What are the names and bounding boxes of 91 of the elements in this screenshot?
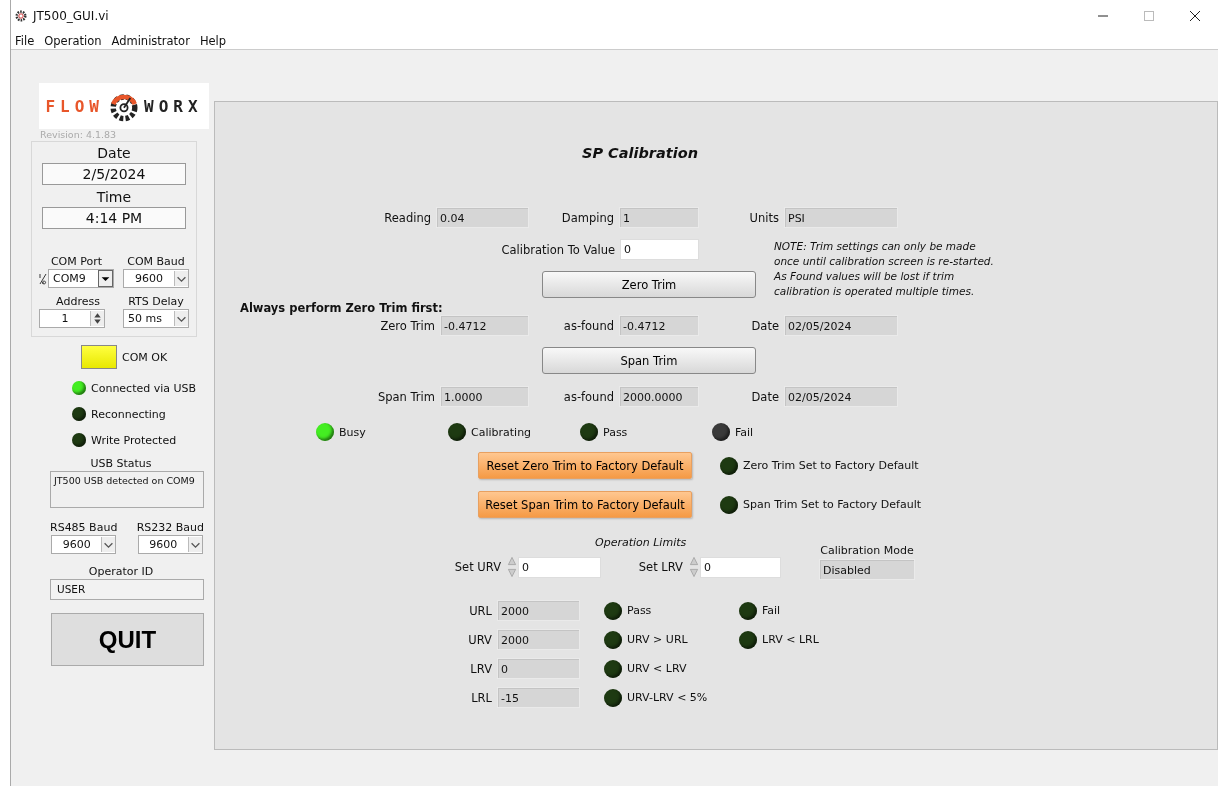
operator-id-field: USER [50,579,204,600]
quit-button[interactable]: QUIT [51,613,204,666]
limit-label: LRL [470,690,493,705]
status-label: URV > URL [627,633,688,646]
limit-label: URV [467,632,493,647]
status-label: LRV < LRL [762,633,819,646]
rs232-baud-dropdown[interactable]: 9600 [137,535,203,554]
reading-label: Reading [383,210,432,225]
usb-status-field: JT500 USB detected on COM9 [50,471,204,508]
com-ok-label: COM OK [122,350,168,364]
as-found-label: as-found [562,389,615,404]
damping-label: Damping [560,210,615,225]
damping-field: 1 [619,207,699,228]
usb-status-label: USB Status [89,456,153,471]
span-trim-field: 1.0000 [440,386,529,407]
close-icon[interactable] [1190,11,1200,21]
calibration-mode-label: Calibration Mode [820,544,914,557]
as-found-field: 2000.0000 [619,386,699,407]
calibration-value-label: Calibration To Value [500,242,616,257]
reset-button[interactable]: Reset Span Trim to Factory Default [478,491,692,518]
panel-title: SP Calibration [582,145,698,161]
status-label: Zero Trim Set to Factory Default [743,459,919,472]
rts-delay-label: RTS Delay [128,294,184,309]
spinner-icon[interactable] [90,311,104,326]
date-field: 2/5/2024 [42,163,186,185]
rs232-baud-label: RS232 Baud [136,520,204,535]
revision-label: Revision: 4.1.83 [40,129,117,141]
date-label: Date [750,318,780,333]
address-label: Address [56,294,100,309]
date-field: 02/05/2024 [784,386,898,407]
menu-item[interactable]: File [11,33,39,48]
note-text: NOTE: Trim settings can only be made once until calibration screen is re-started. As Found values will be lost if trim calibration is operated multiple times. [774,239,994,299]
rs485-baud-label: RS485 Baud [50,520,118,535]
status-label: Span Trim Set to Factory Default [743,498,922,511]
reset-button[interactable]: Reset Zero Trim to Factory Default [478,452,692,479]
caret-icon[interactable] [98,270,113,287]
com-baud-label: COM Baud [127,254,185,269]
set-urv-field[interactable]: 0 [518,556,601,578]
limit-label: URL [468,603,493,618]
status-label: Calibrating [471,425,532,439]
io-icon [39,272,47,285]
logo: FLOW WORX [39,83,209,129]
menu-item[interactable]: Help [195,33,231,48]
status-label: Write Protected [91,433,177,447]
time-field: 4:14 PM [42,207,186,229]
limit-field: 2000 [497,629,580,650]
set-lrv-label: Set LRV [637,560,684,574]
units-label: Units [748,210,780,225]
limit-field: 2000 [497,600,580,621]
status-label: Fail [735,425,754,439]
zero-trim-label: Zero Trim [379,318,436,333]
warning-text: Always perform Zero Trim first: [240,301,443,315]
gear-icon [15,10,27,22]
status-label: Pass [627,604,652,617]
status-label: Reconnecting [91,407,166,421]
calibration-value-field[interactable]: 0 [620,239,699,260]
operation-limits-title: Operation Limits [595,536,688,549]
as-found-label: as-found [562,318,615,333]
calibration-mode-field: Disabled [819,559,915,580]
status-label: Pass [603,425,628,439]
as-found-field: -0.4712 [619,315,699,336]
time-label: Time [96,188,132,207]
com-baud-dropdown[interactable]: 9600 [123,269,189,288]
set-lrv-field[interactable]: 0 [700,556,781,578]
limit-field: -15 [497,687,580,708]
status-label: URV < LRV [627,662,687,675]
units-field: PSI [784,207,898,228]
set-urv-label: Set URV [453,560,502,574]
menu-item[interactable]: Administrator [107,33,194,48]
span-trim-button[interactable]: Span Trim [542,347,756,374]
limit-label: LRV [469,661,493,676]
com-port-label: COM Port [50,254,103,269]
status-label: Busy [339,425,366,439]
address-spinner[interactable]: 1 [39,309,105,328]
status-label: Fail [762,604,781,617]
zero-trim-field: -0.4712 [440,315,529,336]
reading-field: 0.04 [436,207,529,228]
zero-trim-button[interactable]: Zero Trim [542,271,756,298]
rts-delay-dropdown[interactable]: 50 ms [123,309,189,328]
span-trim-label: Span Trim [376,389,436,404]
status-label: Connected via USB [91,381,197,395]
status-label: URV-LRV < 5% [627,691,708,704]
rs485-baud-dropdown[interactable]: 9600 [51,535,117,554]
com-port-dropdown[interactable]: COM9 [48,269,114,288]
date-label: Date [750,389,780,404]
operator-id-label: Operator ID [87,564,155,579]
date-field: 02/05/2024 [784,315,898,336]
limit-field: 0 [497,658,580,679]
menu-item[interactable]: Operation [40,33,106,48]
date-label: Date [97,144,131,163]
window-title: JT500_GUI.vi [33,9,109,23]
